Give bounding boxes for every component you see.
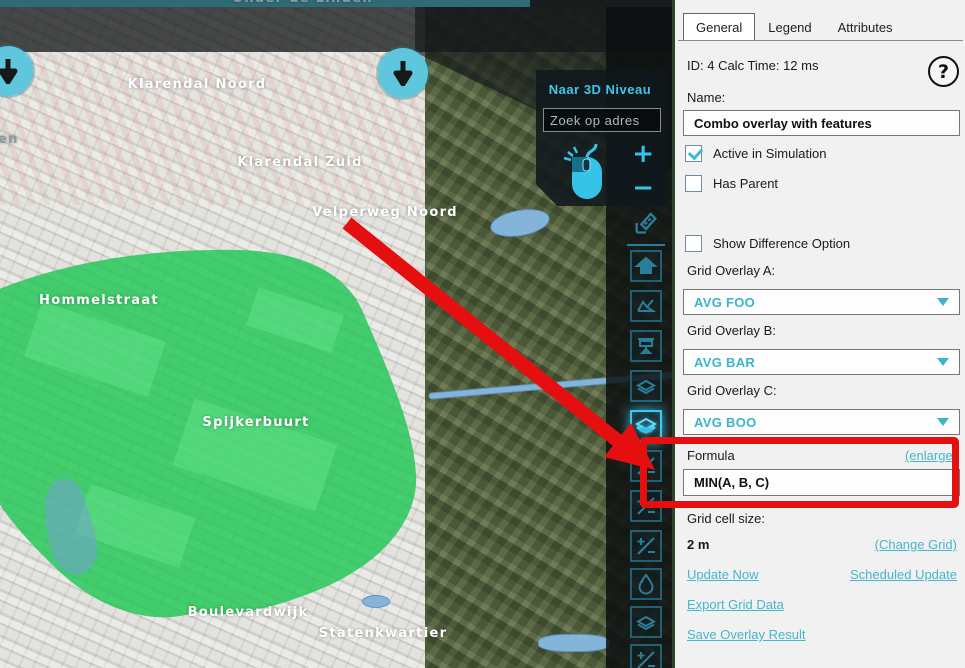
enlarge-link[interactable]: (enlarge) [905,448,957,463]
checkbox-box[interactable] [685,145,702,162]
chevron-down-icon [937,358,949,366]
district-label: Klarendal Noord [128,77,267,92]
district-label: Spijkerbuurt [202,415,309,430]
checkbox-label: Active in Simulation [713,146,826,161]
chevron-down-icon [937,418,949,426]
checkbox-label: Has Parent [713,176,778,191]
grid-overlay-a-label: Grid Overlay A: [687,263,775,278]
water-drop-button[interactable] [630,568,662,600]
toolbar-separator [627,244,665,246]
grid-overlay-a-dropdown[interactable]: AVG FOO [683,289,960,315]
layers-button[interactable] [630,606,662,638]
tab-divider [678,40,963,41]
address-search-input[interactable] [543,108,661,132]
dropdown-value: AVG BAR [694,355,755,370]
has-parent-checkbox[interactable]: Has Parent [685,175,778,192]
scheduled-update-link[interactable]: Scheduled Update [850,567,957,582]
grid-cell-size-label: Grid cell size: [687,511,765,526]
name-input[interactable] [683,110,960,136]
tab-legend[interactable]: Legend [755,13,824,40]
checkbox-label: Show Difference Option [713,236,850,251]
chevron-down-icon [937,298,949,306]
map-marker[interactable] [378,48,428,98]
active-in-simulation-checkbox[interactable]: Active in Simulation [685,145,826,162]
sign-button[interactable] [630,330,662,362]
app-window: Onder de Linden Klarendal Noord Klarenda… [0,0,965,668]
formula-input[interactable] [683,469,960,496]
grid-cell-size-value: 2 m [687,537,709,552]
grid-overlay-3d-button[interactable] [630,410,662,442]
show-difference-checkbox[interactable]: Show Difference Option [685,235,850,252]
to-3d-level-button[interactable]: Naar 3D Niveau [536,82,664,97]
map-viewport[interactable]: Onder de Linden Klarendal Noord Klarenda… [0,0,672,668]
mouse-icon [562,142,612,202]
map-nav-panel: Naar 3D Niveau + − [536,70,668,206]
grid-overlay-b-label: Grid Overlay B: [687,323,776,338]
name-label: Name: [687,90,725,105]
zoom-out-button[interactable]: − [632,178,654,198]
district-label: Klarendal Zuid [237,155,363,170]
update-now-link[interactable]: Update Now [687,567,759,582]
help-icon[interactable]: ? [928,56,959,87]
pond-small [362,595,390,608]
layers-button[interactable] [630,370,662,402]
checkbox-box[interactable] [685,175,702,192]
district-label: Onder de Linden [232,0,373,6]
pond-south [538,634,610,652]
dropdown-value: AVG FOO [694,295,755,310]
area-chart-button[interactable] [630,290,662,322]
district-label: en [0,132,19,147]
checkbox-box[interactable] [685,235,702,252]
tab-general[interactable]: General [683,13,755,40]
grid-overlay-b-dropdown[interactable]: AVG BAR [683,349,960,375]
district-label: Boulevardwijk [188,605,309,620]
save-overlay-result-link[interactable]: Save Overlay Result [687,627,806,642]
id-calc-time-text: ID: 4 Calc Time: 12 ms [687,58,818,73]
change-grid-link[interactable]: (Change Grid) [875,537,957,552]
district-label: Velperweg Noord [312,205,458,220]
district-label: Hommelstraat [39,293,159,308]
export-grid-data-link[interactable]: Export Grid Data [687,597,784,612]
overlay-properties-panel: General Legend Attributes ID: 4 Calc Tim… [672,0,965,668]
home-button[interactable] [630,250,662,282]
tab-bar: General Legend Attributes [683,13,906,40]
plus-minus-overlay-button[interactable] [630,644,662,668]
measure-icon[interactable] [630,206,662,238]
district-label: Statenkwartier [319,626,448,641]
grid-overlay-c-dropdown[interactable]: AVG BOO [683,409,960,435]
formula-label: Formula [687,448,735,463]
plus-minus-overlay-button[interactable] [630,450,662,482]
tab-attributes[interactable]: Attributes [825,13,906,40]
dropdown-value: AVG BOO [694,415,757,430]
grid-overlay-c-label: Grid Overlay C: [687,383,777,398]
zoom-in-button[interactable]: + [632,144,654,164]
plus-minus-overlay-button[interactable] [630,530,662,562]
map-top-dark-bar [530,0,672,7]
plus-minus-overlay-button[interactable] [630,490,662,522]
